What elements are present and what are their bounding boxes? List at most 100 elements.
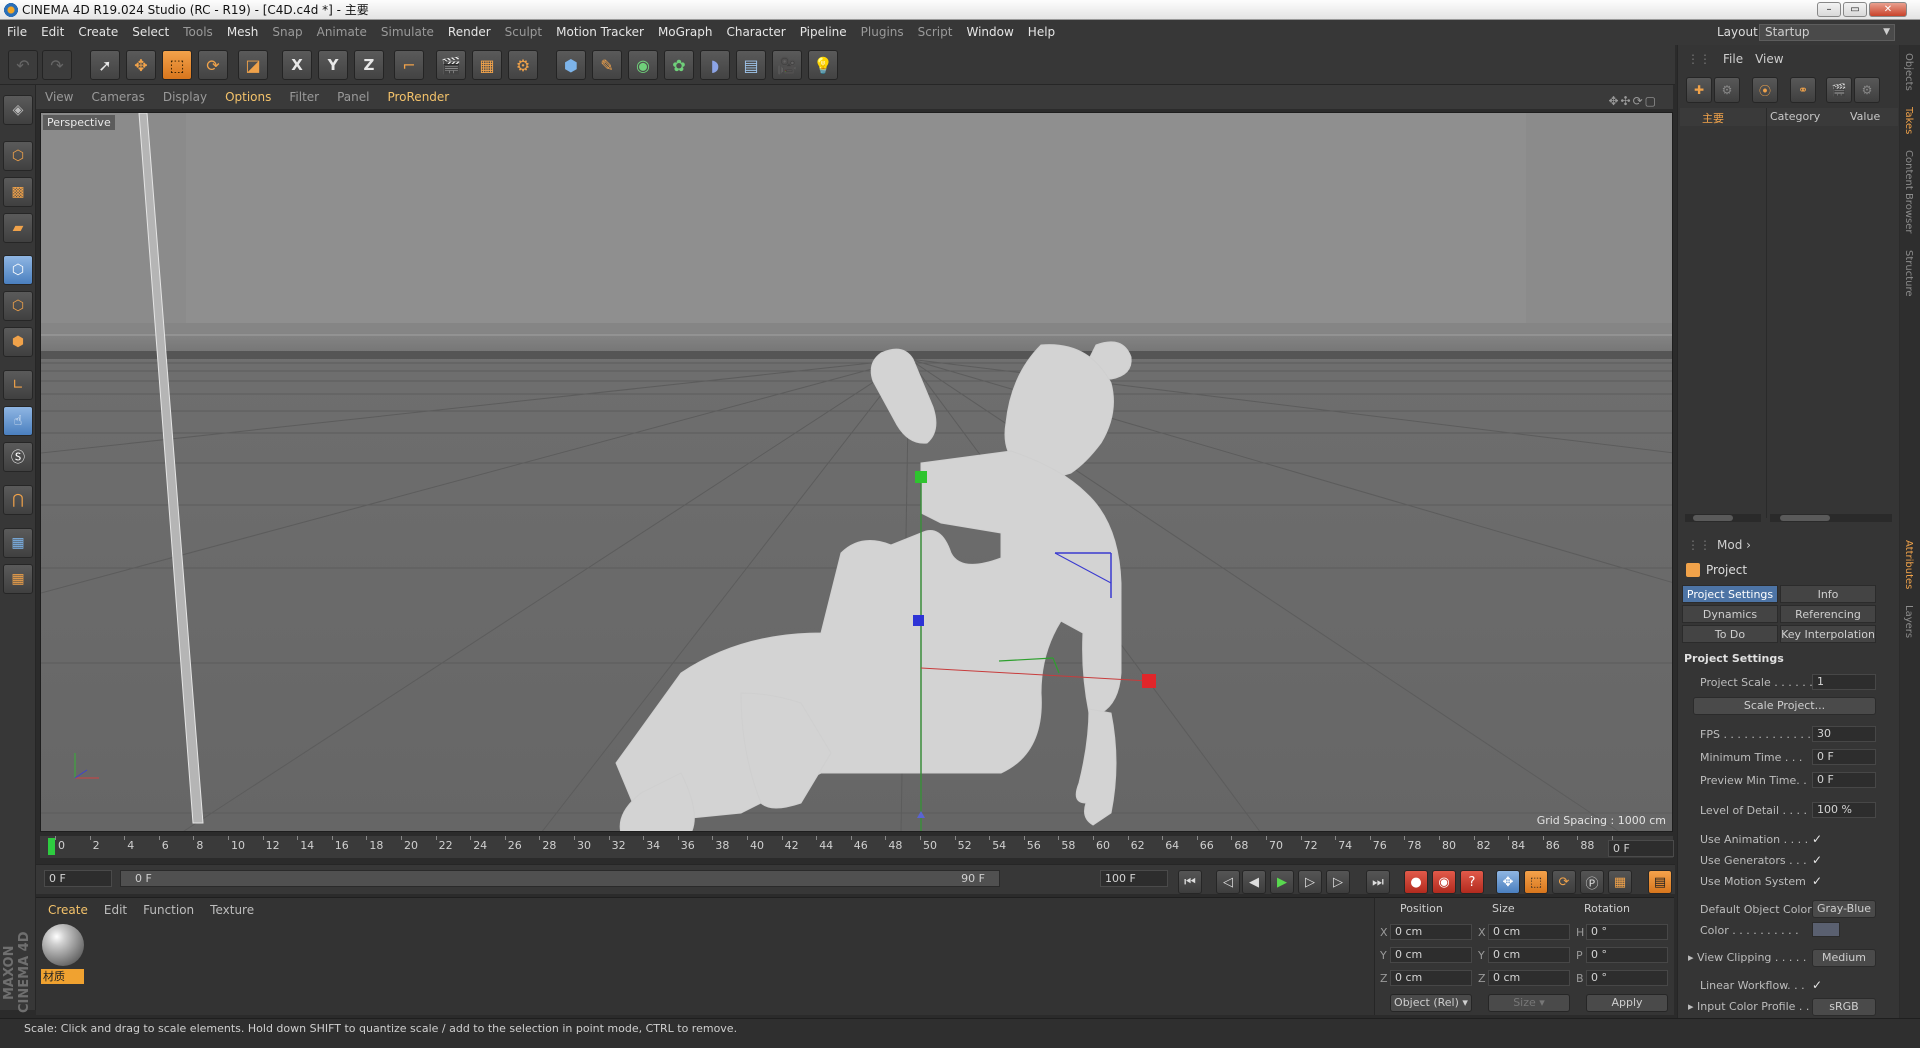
planar-workplane-icon[interactable]: ▦: [3, 564, 33, 594]
material-menu-function[interactable]: Function: [135, 900, 202, 920]
redo-icon[interactable]: ↷: [42, 50, 72, 80]
workplane-lock-icon[interactable]: ▦: [3, 528, 33, 558]
material-preview-sphere[interactable]: [42, 924, 84, 966]
menu-snap[interactable]: Snap: [265, 20, 309, 45]
use-animation-checkbox[interactable]: ✓: [1812, 832, 1826, 846]
side-tab-structure[interactable]: Structure: [1903, 250, 1914, 297]
cloner-icon[interactable]: ✿: [664, 50, 694, 80]
objects-menu-file[interactable]: File: [1717, 49, 1749, 69]
timeline-icon[interactable]: ▤: [1648, 870, 1672, 894]
record-active-objects-icon[interactable]: ●: [1404, 870, 1428, 894]
take-clone-icon[interactable]: ⚙: [1714, 77, 1740, 103]
menu-pipeline[interactable]: Pipeline: [793, 20, 854, 45]
live-selection-icon[interactable]: ➚: [90, 50, 120, 80]
camera-icon[interactable]: 🎥: [772, 50, 802, 80]
menu-help[interactable]: Help: [1021, 20, 1062, 45]
minimum-time-field[interactable]: 0 F: [1812, 749, 1876, 765]
menu-sculpt[interactable]: Sculpt: [498, 20, 549, 45]
tab-key-interpolation[interactable]: Key Interpolation: [1780, 625, 1876, 643]
next-frame-icon[interactable]: ▷: [1298, 870, 1322, 894]
menu-plugins[interactable]: Plugins: [854, 20, 911, 45]
preview-range-slider[interactable]: 0 F 90 F: [120, 870, 1000, 887]
menu-motion-tracker[interactable]: Motion Tracker: [549, 20, 651, 45]
menu-file[interactable]: File: [0, 20, 34, 45]
close-button[interactable]: ✕: [1869, 2, 1907, 17]
axis-mode-icon[interactable]: ∟: [3, 370, 33, 400]
start-frame-field[interactable]: 0 F: [44, 870, 112, 887]
record-parameter-icon[interactable]: Ⓟ: [1580, 870, 1604, 894]
recent-tool-icon[interactable]: ◪: [238, 50, 268, 80]
menu-character[interactable]: Character: [719, 20, 792, 45]
input-color-profile-dropdown[interactable]: sRGB: [1812, 998, 1876, 1016]
record-scale-icon[interactable]: ⬚: [1524, 870, 1548, 894]
pen-icon[interactable]: ✎: [592, 50, 622, 80]
tab-referencing[interactable]: Referencing: [1780, 605, 1876, 623]
side-tab-takes[interactable]: Takes: [1903, 107, 1914, 134]
rot-p-field[interactable]: 0 °: [1586, 947, 1668, 963]
rotate-icon[interactable]: ⟳: [198, 50, 228, 80]
snapping-icon[interactable]: Ⓢ: [3, 442, 33, 472]
z-axis-icon[interactable]: Z: [354, 50, 384, 80]
light-icon[interactable]: 💡: [808, 50, 838, 80]
menu-script[interactable]: Script: [911, 20, 960, 45]
scale-icon[interactable]: ⬚: [162, 50, 192, 80]
polygons-mode-icon[interactable]: ⬢: [3, 327, 33, 357]
previous-key-icon[interactable]: ◁: [1216, 870, 1240, 894]
workplane-mode-icon[interactable]: ▰: [3, 213, 33, 243]
menu-animate[interactable]: Animate: [310, 20, 374, 45]
viewport-menu-display[interactable]: Display: [154, 85, 216, 109]
undo-icon[interactable]: ↶: [8, 50, 38, 80]
minimize-button[interactable]: –: [1817, 2, 1841, 17]
material-menu-create[interactable]: Create: [40, 900, 96, 920]
menu-create[interactable]: Create: [71, 20, 125, 45]
menu-window[interactable]: Window: [959, 20, 1020, 45]
view-clipping-dropdown[interactable]: Medium: [1812, 949, 1876, 967]
menu-simulate[interactable]: Simulate: [374, 20, 441, 45]
pos-y-field[interactable]: 0 cm: [1390, 947, 1472, 963]
cube-icon[interactable]: ⬢: [556, 50, 586, 80]
viewport-menu-view[interactable]: View: [36, 85, 82, 109]
make-editable-icon[interactable]: ◈: [3, 95, 33, 125]
coordinate-mode-dropdown[interactable]: Object (Rel) ▾: [1390, 994, 1472, 1012]
side-tab-attributes[interactable]: Attributes: [1903, 540, 1914, 589]
preview-min-time-field[interactable]: 0 F: [1812, 772, 1876, 788]
keyframe-selection-icon[interactable]: ?: [1460, 870, 1484, 894]
menu-select[interactable]: Select: [125, 20, 176, 45]
scale-project-button[interactable]: Scale Project...: [1693, 697, 1876, 715]
use-generators-checkbox[interactable]: ✓: [1812, 853, 1826, 867]
magnet-icon[interactable]: ⋂: [3, 485, 33, 515]
viewport-navigation-icon[interactable]: ✥✣⟳▢: [1599, 89, 1667, 113]
menu-mesh[interactable]: Mesh: [220, 20, 266, 45]
menu-edit[interactable]: Edit: [34, 20, 71, 45]
rot-b-field[interactable]: 0 °: [1586, 970, 1668, 986]
go-to-start-icon[interactable]: ⏮: [1178, 870, 1202, 894]
size-x-field[interactable]: 0 cm: [1488, 924, 1570, 940]
side-tab-content-browser[interactable]: Content Browser: [1903, 150, 1914, 233]
tweak-mode-icon[interactable]: ☝: [3, 406, 33, 436]
attributes-mode-menu[interactable]: Mod: [1717, 538, 1742, 552]
tree-scrollbar[interactable]: [1685, 514, 1761, 522]
project-scale-field[interactable]: 1: [1812, 674, 1876, 690]
previous-frame-icon[interactable]: ◀: [1242, 870, 1266, 894]
deformer-icon[interactable]: ◗: [700, 50, 730, 80]
menu-tools[interactable]: Tools: [176, 20, 220, 45]
record-position-icon[interactable]: ✥: [1496, 870, 1520, 894]
objects-menu-view[interactable]: View: [1749, 49, 1789, 69]
take-item-main[interactable]: 主要: [1702, 110, 1724, 126]
menu-render[interactable]: Render: [441, 20, 498, 45]
side-tab-layers[interactable]: Layers: [1903, 605, 1914, 638]
render-picture-viewer-icon[interactable]: ▦: [472, 50, 502, 80]
take-group-icon[interactable]: ⚭: [1790, 77, 1816, 103]
next-key-icon[interactable]: ▷: [1326, 870, 1350, 894]
tab-dynamics[interactable]: Dynamics: [1682, 605, 1778, 623]
use-motion-system-checkbox[interactable]: ✓: [1812, 874, 1826, 888]
move-icon[interactable]: ✥: [126, 50, 156, 80]
take-render-icon[interactable]: 🎬: [1826, 77, 1852, 103]
layout-dropdown[interactable]: Startup ▼: [1759, 24, 1895, 41]
play-forward-icon[interactable]: ▶: [1270, 870, 1294, 894]
maximize-button[interactable]: ▭: [1843, 2, 1867, 17]
pos-z-field[interactable]: 0 cm: [1390, 970, 1472, 986]
viewport-menu-panel[interactable]: Panel: [328, 85, 378, 109]
render-view-icon[interactable]: 🎬: [436, 50, 466, 80]
model-mode-icon[interactable]: ⬡: [3, 141, 33, 171]
